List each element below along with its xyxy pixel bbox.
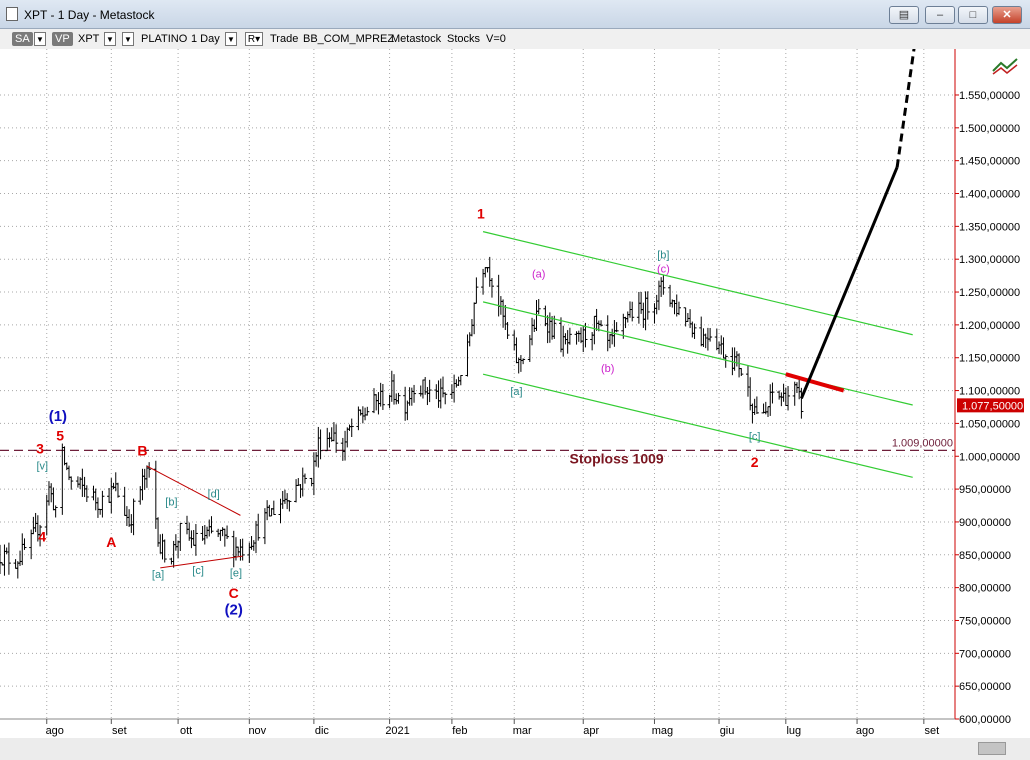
wave-label: 5 bbox=[56, 427, 64, 443]
stoploss-text: Stoploss 1009 bbox=[570, 450, 664, 466]
wave-label: (a) bbox=[532, 269, 545, 281]
wave-label: [e] bbox=[230, 567, 242, 579]
y-tick-label: 1.000,00000 bbox=[959, 451, 1020, 463]
x-tick-label: set bbox=[112, 725, 127, 737]
y-tick-label: 1.400,00000 bbox=[959, 189, 1020, 201]
wave-label: [a] bbox=[152, 569, 164, 581]
last-price-label: 1.077,50000 bbox=[962, 400, 1023, 412]
restore-window-button[interactable]: ▤ bbox=[889, 6, 919, 24]
y-tick-label: 650,00000 bbox=[959, 681, 1011, 693]
interval-dropdown-icon[interactable]: ▼ bbox=[225, 32, 237, 46]
wave-label: A bbox=[106, 534, 116, 550]
x-tick-label: ago bbox=[46, 725, 64, 737]
chart-toolbar: SA ▼ VP XPT ▼ ▼ PLATINO 1 Day ▼ R▾ Trade… bbox=[0, 29, 1030, 49]
security-name-label: PLATINO bbox=[141, 33, 188, 45]
x-tick-label: dic bbox=[315, 725, 330, 737]
wave-label: [d] bbox=[208, 489, 220, 501]
wave-label: [c] bbox=[192, 565, 204, 577]
wave-label: [c] bbox=[749, 431, 761, 443]
r-dropdown[interactable]: R▾ bbox=[245, 32, 263, 46]
y-tick-label: 700,00000 bbox=[959, 648, 1011, 660]
vp-button[interactable]: VP bbox=[52, 32, 73, 46]
wave-label: [v] bbox=[36, 460, 48, 472]
x-tick-label: ago bbox=[856, 725, 874, 737]
x-tick-label: giu bbox=[720, 725, 735, 737]
y-tick-label: 900,00000 bbox=[959, 517, 1011, 529]
y-tick-label: 1.150,00000 bbox=[959, 353, 1020, 365]
wave-label: C bbox=[229, 585, 239, 601]
wave-label: B bbox=[137, 443, 147, 459]
wave-label: [b] bbox=[657, 250, 669, 262]
y-tick-label: 1.500,00000 bbox=[959, 123, 1020, 135]
wave-label: (2) bbox=[225, 602, 243, 619]
type-label: Stocks bbox=[447, 33, 481, 45]
y-tick-label: 1.450,00000 bbox=[959, 156, 1020, 168]
scrollbar-thumb[interactable] bbox=[978, 742, 1006, 755]
wave-label: (1) bbox=[49, 408, 67, 425]
wave-label: (b) bbox=[601, 363, 614, 375]
sa-dropdown-icon[interactable]: ▼ bbox=[34, 32, 46, 46]
price-chart[interactable]: 1.009,00000 Stoploss 1009 (1) 53 [v] 4 A B [b] [… bbox=[0, 49, 1030, 738]
source-label: Metastock bbox=[391, 33, 442, 45]
x-tick-label: mar bbox=[513, 725, 532, 737]
y-tick-label: 1.250,00000 bbox=[959, 287, 1020, 299]
y-tick-label: 950,00000 bbox=[959, 484, 1011, 496]
symbol-label: XPT bbox=[78, 33, 100, 45]
y-tick-label: 1.550,00000 bbox=[959, 90, 1020, 102]
x-tick-label: apr bbox=[583, 725, 599, 737]
y-tick-label: 1.300,00000 bbox=[959, 254, 1020, 266]
name-dropdown-icon[interactable]: ▼ bbox=[122, 32, 134, 46]
document-icon bbox=[6, 7, 18, 21]
window-title: XPT - 1 Day - Metastock bbox=[24, 8, 155, 22]
wave-label: 2 bbox=[751, 454, 759, 470]
template-label: BB_COM_MPREZ bbox=[303, 33, 395, 45]
y-tick-label: 850,00000 bbox=[959, 550, 1011, 562]
y-tick-label: 600,00000 bbox=[959, 714, 1011, 726]
wave-label: 1 bbox=[477, 205, 485, 221]
interval-label: 1 Day bbox=[191, 33, 220, 45]
close-button[interactable]: ✕ bbox=[992, 6, 1022, 24]
y-tick-label: 1.100,00000 bbox=[959, 386, 1020, 398]
wave-label: [b] bbox=[165, 497, 177, 509]
wave-label: [a] bbox=[510, 386, 522, 398]
maximize-button[interactable]: □ bbox=[958, 6, 988, 24]
mode-label: Trade bbox=[270, 33, 299, 45]
stoploss-value-label: 1.009,00000 bbox=[892, 437, 953, 449]
y-tick-label: 1.350,00000 bbox=[959, 221, 1020, 233]
x-tick-label: mag bbox=[652, 725, 673, 737]
x-tick-label: 2021 bbox=[385, 725, 409, 737]
minimize-button[interactable]: – bbox=[925, 6, 955, 24]
y-tick-label: 1.050,00000 bbox=[959, 418, 1020, 430]
x-tick-label: nov bbox=[248, 725, 266, 737]
sa-button[interactable]: SA bbox=[12, 32, 33, 46]
wave-label: 4 bbox=[38, 529, 46, 545]
horizontal-scrollbar[interactable] bbox=[0, 738, 1030, 760]
x-tick-label: lug bbox=[786, 725, 801, 737]
y-tick-label: 800,00000 bbox=[959, 583, 1011, 595]
x-tick-label: set bbox=[924, 725, 939, 737]
y-tick-label: 750,00000 bbox=[959, 615, 1011, 627]
x-tick-label: feb bbox=[452, 725, 467, 737]
symbol-dropdown-icon[interactable]: ▼ bbox=[104, 32, 116, 46]
y-tick-label: 1.200,00000 bbox=[959, 320, 1020, 332]
wave-label: 3 bbox=[36, 441, 44, 457]
x-tick-label: ott bbox=[180, 725, 192, 737]
volume-label: V=0 bbox=[486, 33, 506, 45]
r-label: R bbox=[247, 34, 256, 45]
wave-label: (c) bbox=[657, 263, 670, 275]
window-titlebar: XPT - 1 Day - Metastock ▤ – □ ✕ bbox=[0, 0, 1030, 29]
